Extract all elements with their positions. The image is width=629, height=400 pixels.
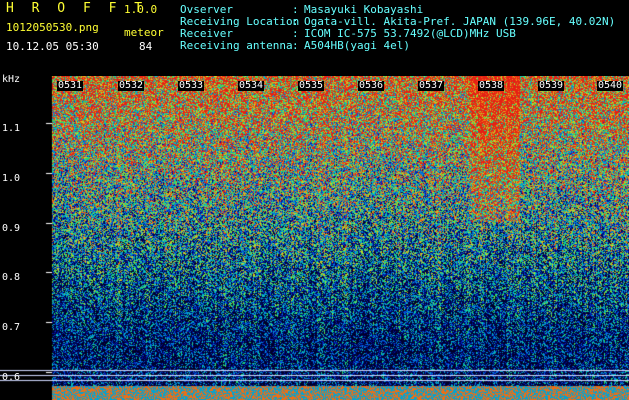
info-row-antenna: Receiving antenna : A504HB(yagi 4el) [180, 40, 625, 52]
timestamp: 10.12.05 05:30 [6, 40, 99, 53]
time-tick-label: 0534 [238, 80, 265, 91]
time-tick-label: 0535 [298, 80, 325, 91]
info-separator: : [292, 39, 299, 52]
meteor-label: meteor [124, 26, 164, 39]
app-version: 1.0.0 [124, 3, 158, 16]
time-tick-label: 0536 [358, 80, 385, 91]
time-tick-label: 0533 [178, 80, 205, 91]
time-tick-label: 0538 [478, 80, 505, 91]
meteor-count: 84 [139, 40, 153, 53]
y-axis-unit: kHz [2, 74, 21, 85]
header-panel: H R O F F T 1.0.0 1012050530.png meteor … [0, 0, 629, 76]
file-name: 1012050530.png [6, 21, 99, 34]
time-tick-label: 0531 [57, 80, 84, 91]
y-tick-label: 0.6 [2, 372, 21, 383]
time-tick-label: 0539 [538, 80, 565, 91]
y-tick-label: 0.9 [2, 223, 21, 234]
y-tick-label: 0.7 [2, 322, 21, 333]
info-label: Receiving antenna [180, 39, 293, 52]
y-tick-label: 1.0 [2, 173, 21, 184]
time-tick-label: 0540 [597, 80, 624, 91]
time-tick-label: 0537 [418, 80, 445, 91]
info-value: A504HB(yagi 4el) [304, 39, 410, 52]
spectrogram-canvas [0, 76, 629, 400]
time-tick-label: 0532 [118, 80, 145, 91]
y-tick-label: 1.1 [2, 123, 21, 134]
y-tick-label: 0.8 [2, 272, 21, 283]
